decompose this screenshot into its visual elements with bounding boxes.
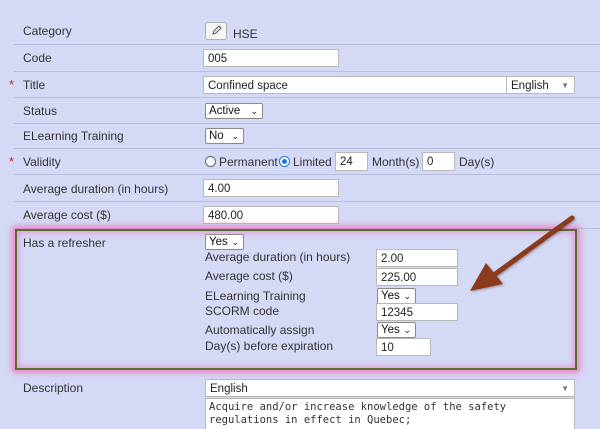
days-input[interactable]: 0 xyxy=(422,152,455,171)
avg-duration-label: Average duration (in hours) xyxy=(23,182,169,196)
category-label: Category xyxy=(23,24,72,38)
title-language-select[interactable]: English ▼ xyxy=(506,76,575,94)
elearning-value: No xyxy=(209,130,224,142)
chevron-down-icon: ▼ xyxy=(561,81,569,90)
refresher-avg-cost-input[interactable]: 225.00 xyxy=(376,268,458,286)
auto-assign-label: Automatically assign xyxy=(205,323,315,337)
chevron-down-icon: ▼ xyxy=(561,384,569,393)
days-before-expiration-label: Day(s) before expiration xyxy=(205,339,334,353)
refresher-label: Has a refresher xyxy=(23,236,106,250)
refresher-elearning-label: ELearning Training xyxy=(205,289,306,303)
category-value: HSE xyxy=(233,27,258,41)
avg-cost-input[interactable]: 480.00 xyxy=(203,206,339,224)
days-label: Day(s) xyxy=(459,155,495,169)
description-line-2: regulations in effect in Quebec; xyxy=(209,414,412,426)
title-language-value: English xyxy=(511,80,549,92)
category-edit-button[interactable] xyxy=(205,22,227,40)
description-line-1: Acquire and/or increase knowledge of the… xyxy=(209,401,507,413)
permanent-label: Permanent xyxy=(219,155,278,169)
refresher-select[interactable]: Yes ⌄ xyxy=(205,234,244,250)
refresher-elearning-value: Yes xyxy=(381,290,400,302)
code-label: Code xyxy=(23,51,52,65)
description-language-value: English xyxy=(210,383,248,395)
chevron-down-icon: ⌄ xyxy=(250,106,258,116)
elearning-label: ELearning Training xyxy=(23,129,124,143)
description-label: Description xyxy=(23,381,84,395)
title-required-mark: * xyxy=(9,77,15,92)
description-textarea[interactable]: Acquire and/or increase knowledge of the… xyxy=(205,398,575,429)
title-label: Title xyxy=(23,78,46,92)
status-select[interactable]: Active ⌄ xyxy=(205,103,263,119)
refresher-avg-cost-label: Average cost ($) xyxy=(205,269,293,283)
avg-cost-label: Average cost ($) xyxy=(23,208,111,222)
scorm-code-label: SCORM code xyxy=(205,304,280,318)
pencil-icon xyxy=(212,25,222,35)
limited-label: Limited xyxy=(293,155,332,169)
limited-radio[interactable] xyxy=(279,156,290,167)
code-input[interactable]: 005 xyxy=(203,49,339,67)
avg-duration-input[interactable]: 4.00 xyxy=(203,179,339,197)
title-input[interactable]: Confined space xyxy=(203,76,507,94)
refresher-avg-duration-input[interactable]: 2.00 xyxy=(376,249,458,267)
refresher-value: Yes xyxy=(209,236,228,248)
status-value: Active xyxy=(209,105,241,117)
scorm-code-input[interactable]: 12345 xyxy=(376,303,458,321)
status-label: Status xyxy=(23,104,58,118)
chevron-down-icon: ⌄ xyxy=(403,325,411,335)
chevron-down-icon: ⌄ xyxy=(403,291,411,301)
chevron-down-icon: ⌄ xyxy=(231,237,239,247)
validity-label: Validity xyxy=(23,155,61,169)
days-before-expiration-input[interactable]: 10 xyxy=(376,338,431,356)
description-language-select[interactable]: English ▼ xyxy=(205,379,575,397)
auto-assign-select[interactable]: Yes ⌄ xyxy=(377,322,416,338)
refresher-avg-duration-label: Average duration (in hours) xyxy=(205,250,351,264)
elearning-select[interactable]: No ⌄ xyxy=(205,128,244,144)
refresher-elearning-select[interactable]: Yes ⌄ xyxy=(377,288,416,304)
months-input[interactable]: 24 xyxy=(335,152,368,171)
months-label: Month(s) xyxy=(372,155,420,169)
chevron-down-icon: ⌄ xyxy=(231,131,239,141)
permanent-radio[interactable] xyxy=(205,156,216,167)
validity-required-mark: * xyxy=(9,154,15,169)
auto-assign-value: Yes xyxy=(381,324,400,336)
